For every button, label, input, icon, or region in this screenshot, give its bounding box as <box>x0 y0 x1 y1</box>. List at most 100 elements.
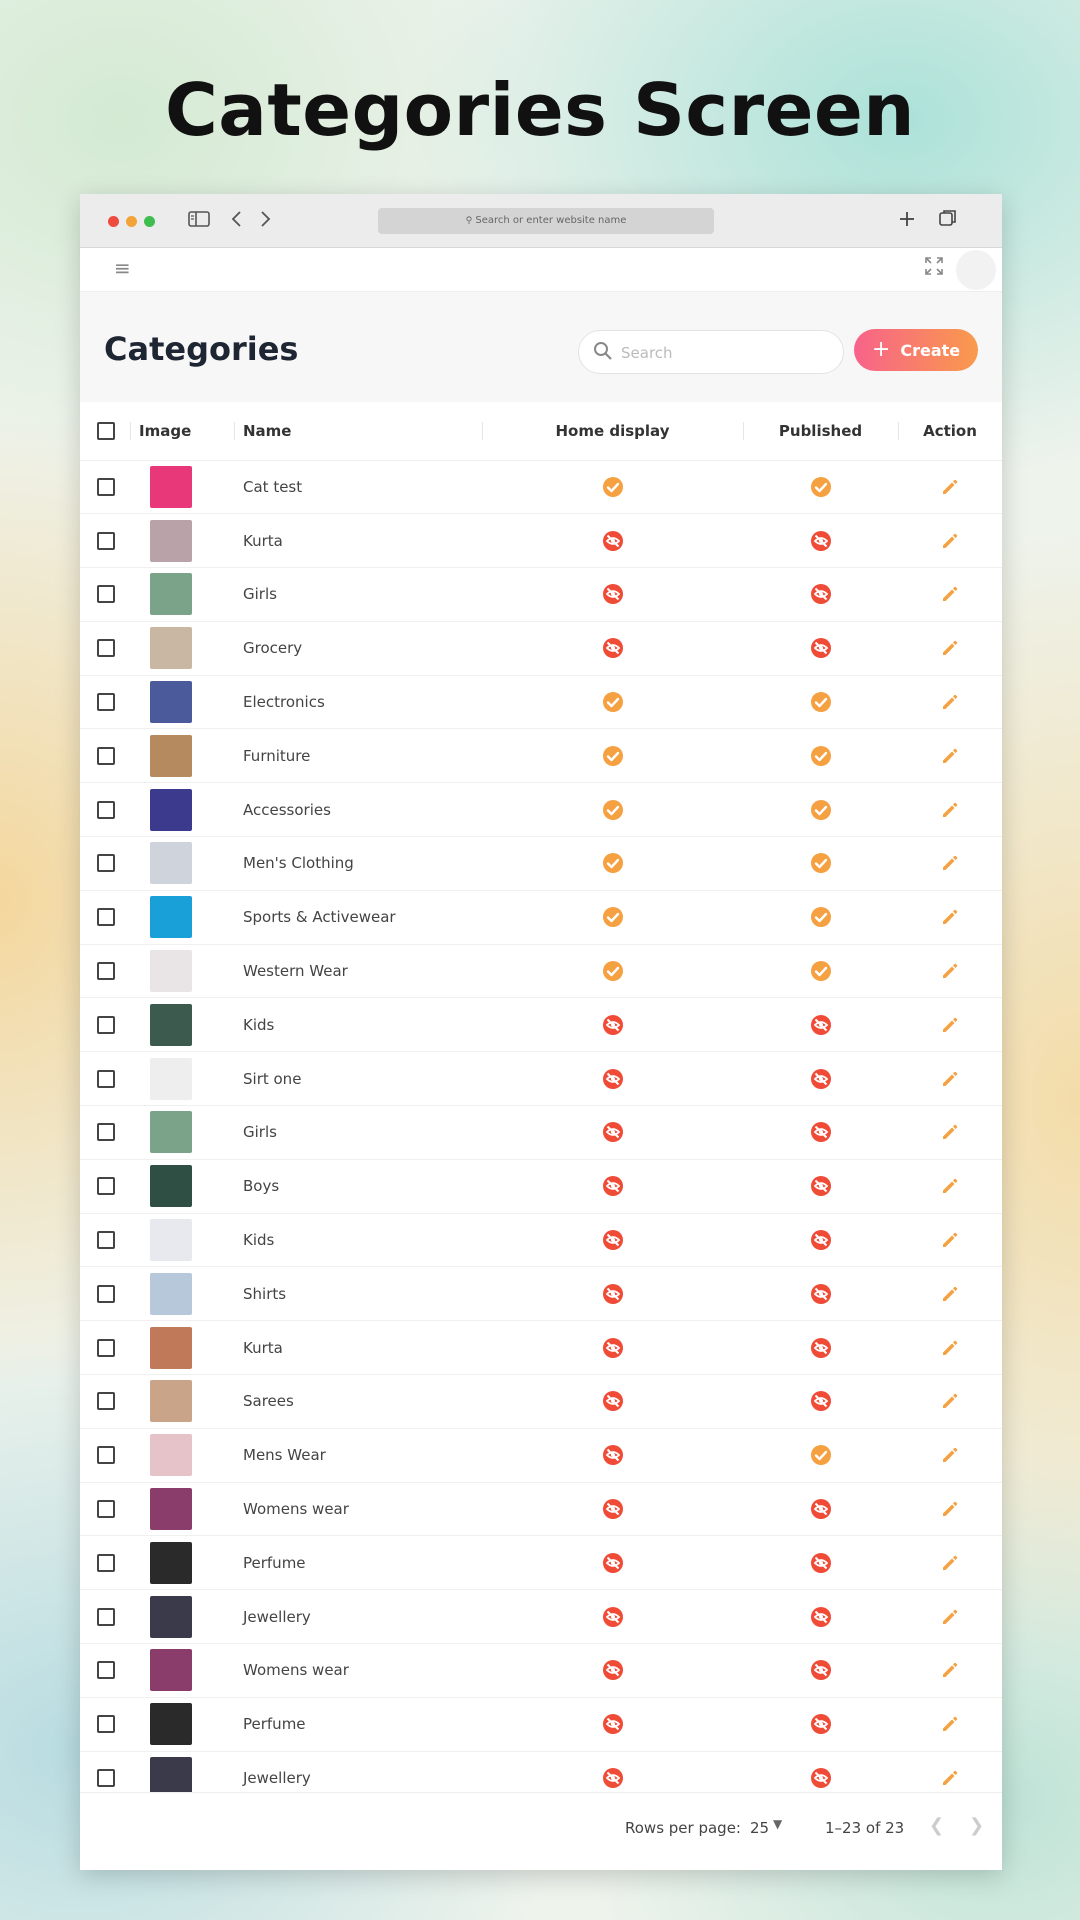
avatar[interactable] <box>956 250 996 290</box>
address-bar[interactable]: ⚲ Search or enter website name <box>378 208 714 234</box>
row-checkbox[interactable] <box>97 1715 115 1734</box>
rows-per-page-select[interactable]: 25 <box>750 1819 769 1837</box>
row-checkbox[interactable] <box>97 1231 115 1250</box>
category-thumbnail <box>150 1649 192 1692</box>
table-row[interactable]: Men's Clothing <box>80 837 1002 891</box>
row-checkbox[interactable] <box>97 477 115 496</box>
row-checkbox[interactable] <box>97 1661 115 1680</box>
row-checkbox[interactable] <box>97 1769 115 1788</box>
edit-icon[interactable] <box>940 1553 960 1571</box>
table-row[interactable]: Western Wear <box>80 944 1002 998</box>
row-checkbox[interactable] <box>97 1177 115 1196</box>
menu-icon[interactable]: ≡ <box>114 256 131 280</box>
next-page-icon[interactable]: ❯ <box>969 1815 984 1836</box>
column-header-name[interactable]: Name <box>234 402 482 461</box>
table-row[interactable]: Sirt one <box>80 1052 1002 1106</box>
edit-icon[interactable] <box>940 477 960 495</box>
edit-icon[interactable] <box>940 693 960 711</box>
row-checkbox[interactable] <box>97 693 115 712</box>
table-row[interactable]: Electronics <box>80 675 1002 729</box>
table-row[interactable]: Perfume <box>80 1697 1002 1752</box>
edit-icon[interactable] <box>940 1607 960 1625</box>
row-checkbox[interactable] <box>97 908 115 927</box>
table-row[interactable]: Womens wear <box>80 1644 1002 1698</box>
column-header-published[interactable]: Published <box>743 402 898 461</box>
edit-icon[interactable] <box>940 1231 960 1249</box>
table-row[interactable]: Shirts <box>80 1267 1002 1321</box>
row-checkbox[interactable] <box>97 1392 115 1411</box>
edit-icon[interactable] <box>940 1446 960 1464</box>
row-checkbox[interactable] <box>97 962 115 981</box>
edit-icon[interactable] <box>940 1715 960 1733</box>
column-header-home-display[interactable]: Home display <box>482 402 743 461</box>
tabs-overview-icon[interactable] <box>938 208 958 234</box>
row-checkbox[interactable] <box>97 854 115 873</box>
row-checkbox[interactable] <box>97 639 115 658</box>
edit-icon[interactable] <box>940 800 960 818</box>
edit-icon[interactable] <box>940 962 960 980</box>
row-checkbox[interactable] <box>97 1607 115 1626</box>
caret-down-icon[interactable]: ▼ <box>773 1817 782 1831</box>
row-checkbox[interactable] <box>97 1284 115 1303</box>
row-checkbox[interactable] <box>97 1338 115 1357</box>
table-row[interactable]: Kurta <box>80 1321 1002 1375</box>
table-row[interactable]: Kids <box>80 1213 1002 1267</box>
edit-icon[interactable] <box>940 746 960 764</box>
edit-icon[interactable] <box>940 854 960 872</box>
edit-icon[interactable] <box>940 1069 960 1087</box>
maximize-window-button[interactable] <box>144 216 155 227</box>
table-row[interactable]: Kids <box>80 998 1002 1052</box>
forward-icon[interactable] <box>258 208 272 234</box>
row-checkbox[interactable] <box>97 1015 115 1034</box>
table-row[interactable]: Girls <box>80 1106 1002 1160</box>
row-checkbox[interactable] <box>97 1123 115 1142</box>
table-row[interactable]: Kurta <box>80 514 1002 568</box>
fullscreen-icon[interactable] <box>924 256 944 281</box>
row-checkbox[interactable] <box>97 1500 115 1519</box>
table-row[interactable]: Perfume <box>80 1536 1002 1590</box>
row-checkbox[interactable] <box>97 585 115 604</box>
category-name: Kids <box>243 1231 275 1250</box>
edit-icon[interactable] <box>940 1392 960 1410</box>
create-button[interactable]: + Create <box>854 329 978 371</box>
edit-icon[interactable] <box>940 1338 960 1356</box>
check-circle-icon <box>602 692 624 713</box>
edit-icon[interactable] <box>940 1015 960 1033</box>
search-input[interactable] <box>621 339 831 367</box>
edit-icon[interactable] <box>940 1500 960 1518</box>
previous-page-icon[interactable]: ❮ <box>929 1815 944 1836</box>
table-row[interactable]: Grocery <box>80 621 1002 676</box>
table-row[interactable]: Furniture <box>80 729 1002 783</box>
edit-icon[interactable] <box>940 1284 960 1302</box>
new-tab-icon[interactable] <box>898 208 916 234</box>
edit-icon[interactable] <box>940 1123 960 1141</box>
row-checkbox[interactable] <box>97 1553 115 1572</box>
table-row[interactable]: Womens wear <box>80 1482 1002 1536</box>
table-row[interactable]: Mens Wear <box>80 1428 1002 1483</box>
edit-icon[interactable] <box>940 1177 960 1195</box>
back-icon[interactable] <box>230 208 244 234</box>
edit-icon[interactable] <box>940 639 960 657</box>
edit-icon[interactable] <box>940 908 960 926</box>
edit-icon[interactable] <box>940 1769 960 1787</box>
table-row[interactable]: Accessories <box>80 783 1002 837</box>
search-field[interactable] <box>578 330 844 374</box>
edit-icon[interactable] <box>940 585 960 603</box>
minimize-window-button[interactable] <box>126 216 137 227</box>
table-row[interactable]: Jewellery <box>80 1590 1002 1644</box>
table-row[interactable]: Cat test <box>80 460 1002 514</box>
row-checkbox[interactable] <box>97 1446 115 1465</box>
row-checkbox[interactable] <box>97 531 115 550</box>
table-row[interactable]: Girls <box>80 568 1002 622</box>
row-checkbox[interactable] <box>97 1069 115 1088</box>
row-checkbox[interactable] <box>97 800 115 819</box>
table-row[interactable]: Sarees <box>80 1375 1002 1429</box>
table-row[interactable]: Boys <box>80 1159 1002 1214</box>
sidebar-toggle-icon[interactable] <box>188 208 210 234</box>
table-row[interactable]: Sports & Activewear <box>80 890 1002 945</box>
edit-icon[interactable] <box>940 531 960 549</box>
select-all-checkbox[interactable] <box>97 421 115 440</box>
edit-icon[interactable] <box>940 1661 960 1679</box>
close-window-button[interactable] <box>108 216 119 227</box>
row-checkbox[interactable] <box>97 746 115 765</box>
